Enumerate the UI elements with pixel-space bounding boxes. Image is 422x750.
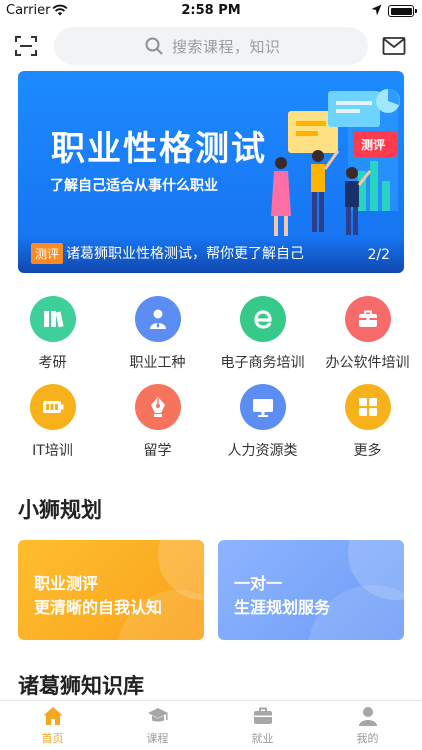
section-title-planning: 小狮规划 (18, 498, 102, 522)
category-it[interactable]: IT培训 (0, 384, 105, 460)
ecommerce-e-icon (239, 296, 286, 342)
card-career-assessment[interactable]: 职业测评 更清晰的自我认知 (18, 540, 204, 640)
tab-profile[interactable]: 我的 (315, 705, 420, 746)
tab-label: 首页 (41, 732, 64, 745)
tab-label: 课程 (146, 732, 169, 745)
banner-illustration: 测评 (271, 89, 400, 236)
scan-icon[interactable] (14, 34, 38, 58)
briefcase-icon (344, 296, 391, 342)
category-label: 考研 (38, 355, 67, 371)
worker-icon (134, 296, 181, 342)
section-title-knowledge: 诸葛狮知识库 (18, 674, 144, 698)
banner-subtitle: 了解自己适合从事什么职业 (50, 178, 218, 194)
grid-icon (344, 384, 391, 430)
category-hr[interactable]: 人力资源类 (210, 384, 315, 460)
monitor-icon (239, 384, 286, 430)
card-line-2: 更清晰的自我认知 (34, 598, 163, 617)
banner-caption: 诸葛狮职业性格测试，帮你更了解自己 (66, 246, 304, 262)
pen-nib-icon (134, 384, 181, 430)
category-study-abroad[interactable]: 留学 (105, 384, 210, 460)
bottom-tab-bar: 首页 课程 就业 我的 (0, 700, 422, 750)
card-line-2: 生涯规划服务 (234, 598, 331, 617)
home-icon (43, 707, 62, 725)
battery-icon (29, 384, 76, 430)
banner-tag: 测评 (31, 243, 64, 264)
category-ecommerce[interactable]: 电子商务培训 (210, 296, 315, 372)
category-label: 人力资源类 (227, 443, 298, 459)
promo-banner[interactable]: 职业性格测试 了解自己适合从事什么职业 测评 测评 诸葛狮职业性格测试，帮你更了… (18, 71, 404, 273)
briefcase-icon (253, 707, 272, 724)
banner-title: 职业性格测试 (51, 129, 267, 169)
clock: 2:58 PM (181, 3, 241, 18)
category-kaoyan[interactable]: 考研 (0, 296, 105, 372)
person-icon (358, 707, 377, 726)
tab-home[interactable]: 首页 (0, 705, 105, 746)
graduation-cap-icon (147, 708, 168, 722)
mail-icon[interactable] (382, 35, 406, 57)
banner-pager: 2/2 (367, 247, 390, 263)
books-icon (29, 296, 76, 342)
search-placeholder: 搜索课程，知识 (172, 38, 281, 56)
search-icon (145, 37, 163, 55)
location-arrow-icon (371, 4, 382, 16)
top-bar: 搜索课程，知识 (0, 26, 422, 66)
tab-jobs[interactable]: 就业 (210, 705, 315, 746)
tab-label: 就业 (251, 732, 274, 745)
category-more[interactable]: 更多 (315, 384, 420, 460)
tab-label: 我的 (356, 732, 379, 745)
category-label: 留学 (143, 443, 172, 459)
category-label: 更多 (353, 443, 382, 459)
tab-courses[interactable]: 课程 (105, 705, 210, 746)
banner-art-tag: 测评 (361, 137, 385, 152)
category-label: 职业工种 (129, 355, 186, 371)
card-line-1: 一对一 (234, 574, 283, 593)
app-screen: Carrier 2:58 PM 搜索课程，知识 职业性格测试 了解自己适合从事什… (0, 0, 422, 750)
search-bar[interactable]: 搜索课程，知识 (54, 27, 368, 65)
category-label: 办公软件培训 (325, 355, 410, 371)
category-label: 电子商务培训 (220, 355, 305, 371)
battery-icon (388, 5, 417, 17)
category-label: IT培训 (32, 443, 73, 459)
card-career-planning[interactable]: 一对一 生涯规划服务 (218, 540, 404, 640)
card-line-1: 职业测评 (34, 574, 99, 593)
category-vocational[interactable]: 职业工种 (105, 296, 210, 372)
category-office[interactable]: 办公软件培训 (315, 296, 420, 372)
status-bar: Carrier 2:58 PM (0, 0, 422, 22)
